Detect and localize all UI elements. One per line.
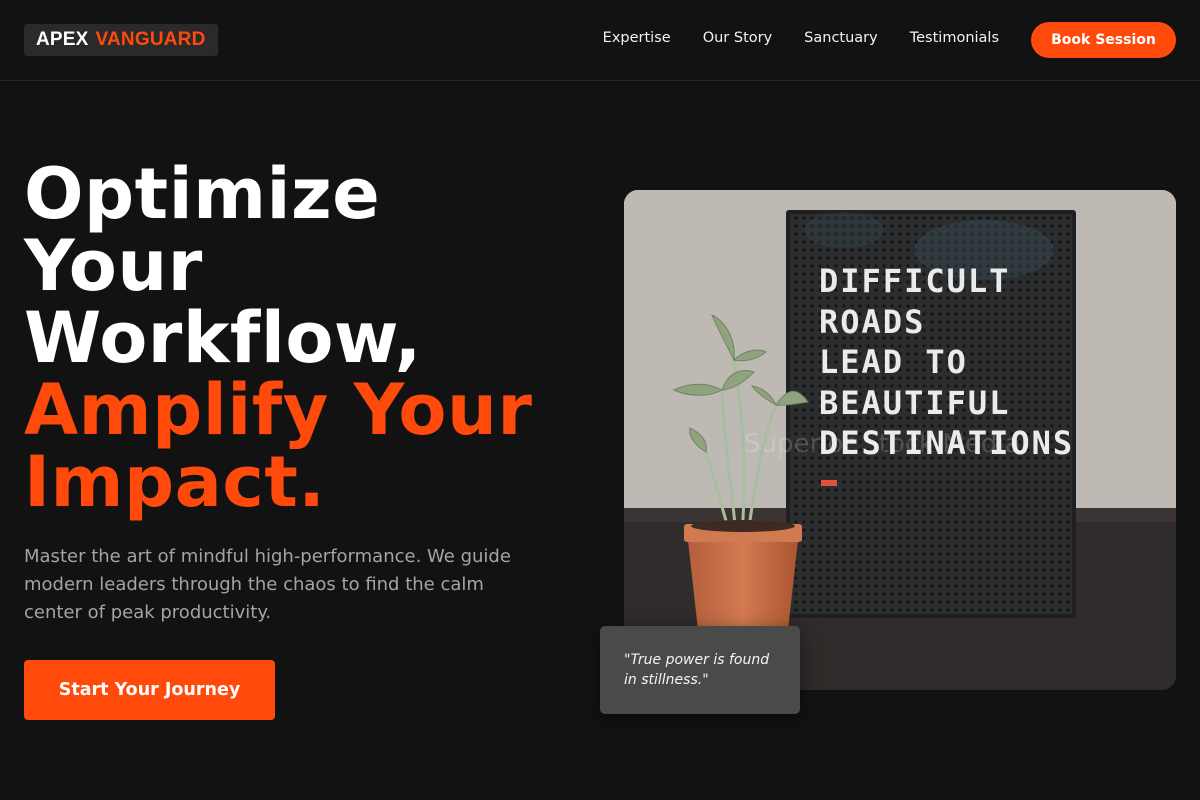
brand-name-accent: VANGUARD [95,29,206,50]
start-journey-button[interactable]: Start Your Journey [24,660,275,720]
nav-link-our-story[interactable]: Our Story [703,30,772,46]
book-session-button[interactable]: Book Session [1031,22,1176,58]
hero-title: Optimize Your Workflow, Amplify Your Imp… [24,158,584,518]
hero-title-line: Workflow, [24,297,422,379]
hero-title-accent-line: Amplify Your [24,369,533,451]
quote-text: "True power is found in stillness." [624,652,770,688]
hero-title-line: Optimize [24,153,381,235]
hero-lead-text: Master the art of mindful high-performan… [24,546,511,623]
letterboard-line: DIFFICULT [819,262,1010,300]
letterboard-line: BEAUTIFUL [819,384,1010,422]
letterboard-line: LEAD TO [819,343,968,381]
nav-link-expertise[interactable]: Expertise [603,30,671,46]
letterboard-plant-illustration: DIFFICULT ROADS LEAD TO BEAUTIFUL DESTIN… [624,190,1176,690]
top-nav: APEX VANGUARD Expertise Our Story Sanctu… [0,0,1200,81]
brand-name-primary: APEX [36,29,89,50]
image-watermark: Superior Stock Media [744,429,1021,459]
hero-title-line: Your [24,225,203,307]
nav-link-testimonials[interactable]: Testimonials [910,30,999,46]
nav-link-sanctuary[interactable]: Sanctuary [804,30,878,46]
quote-card: "True power is found in stillness." [600,626,800,714]
brand-logo[interactable]: APEX VANGUARD [24,24,218,56]
hero-image: DIFFICULT ROADS LEAD TO BEAUTIFUL DESTIN… [624,190,1176,690]
letterboard-line: ROADS [819,303,925,341]
nav-links: Expertise Our Story Sanctuary Testimonia… [603,30,999,46]
hero-title-accent-line: Impact. [24,441,326,523]
